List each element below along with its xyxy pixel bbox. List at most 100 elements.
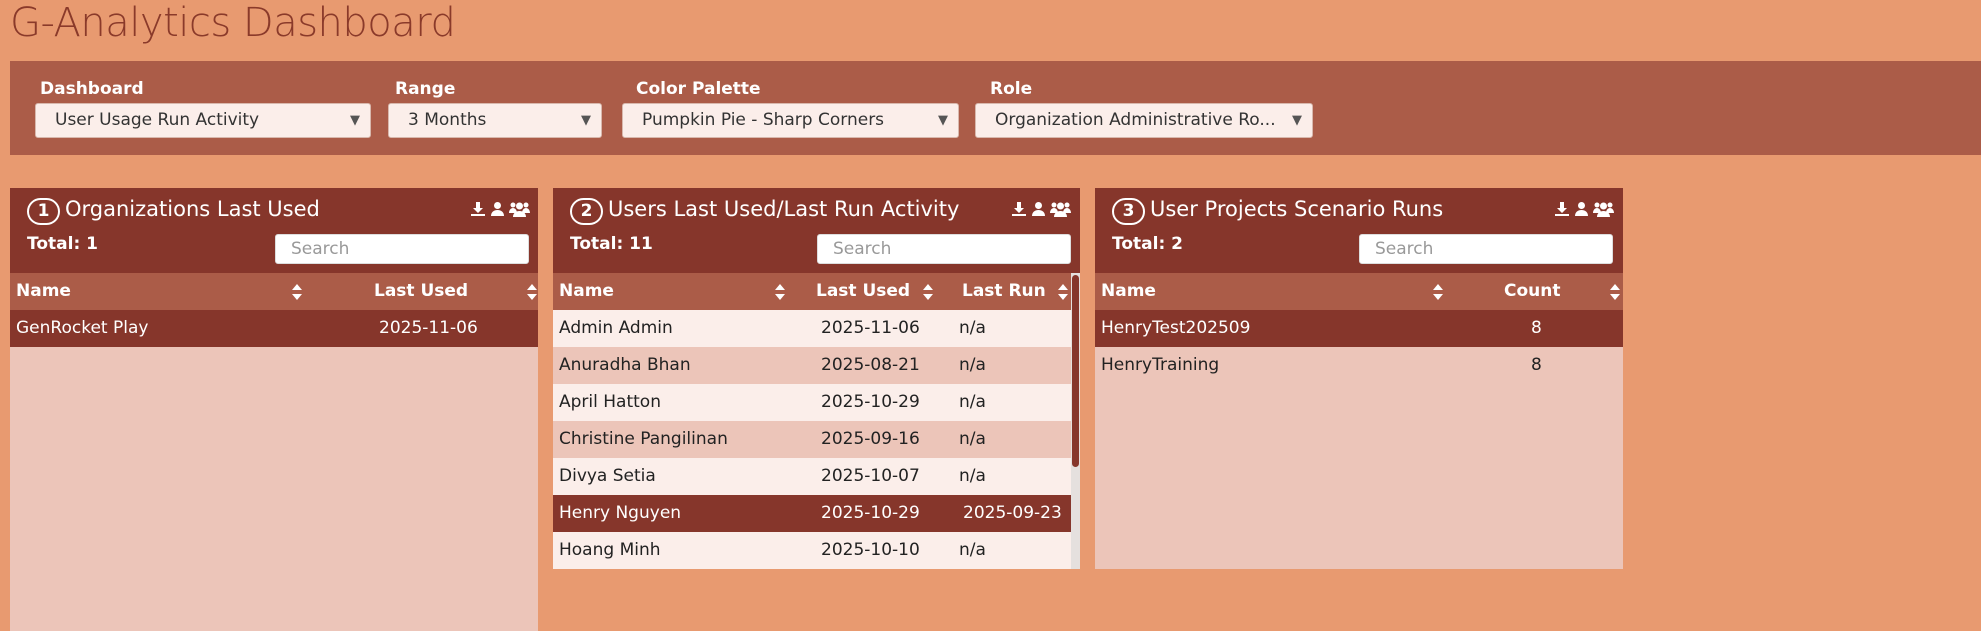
organizations-panel-header: 1 Organizations Last Used Total: 1 Searc…	[10, 188, 538, 273]
search-input[interactable]: Search	[817, 234, 1071, 264]
sort-icon[interactable]	[291, 282, 303, 302]
panel-number: 2	[570, 198, 603, 225]
table-row[interactable]: HenryTraining 8	[1095, 347, 1623, 384]
table-row[interactable]: GenRocket Play 2025-11-06	[10, 310, 538, 347]
role-select-value: Organization Administrative Ro...	[995, 110, 1276, 130]
column-name[interactable]: Name	[1101, 273, 1156, 310]
dashboard-select-value: User Usage Run Activity	[55, 110, 260, 130]
panel-total: Total: 11	[570, 234, 653, 254]
cell-name: April Hatton	[559, 392, 661, 412]
filter-dashboard-label: Dashboard	[40, 79, 144, 99]
caret-down-icon: ▼	[350, 113, 360, 128]
cell-last-run: 2025-09-23	[963, 503, 1062, 523]
cell-last-used: 2025-08-21	[821, 355, 920, 375]
filter-role: Role	[960, 78, 1032, 100]
table-row[interactable]: Admin Admin 2025-11-06 n/a	[553, 310, 1071, 347]
user-icon[interactable]	[1031, 201, 1046, 217]
organizations-panel: 1 Organizations Last Used Total: 1 Searc…	[10, 188, 538, 631]
cell-name: Henry Nguyen	[559, 503, 682, 523]
search-input[interactable]: Search	[1359, 234, 1613, 264]
column-last-used[interactable]: Last Used	[374, 273, 468, 310]
cell-last-run: n/a	[959, 392, 986, 412]
caret-down-icon: ▼	[938, 113, 948, 128]
cell-name: GenRocket Play	[16, 318, 149, 338]
table-row[interactable]: HenryTest202509 8	[1095, 310, 1623, 347]
filter-role-label: Role	[990, 79, 1033, 99]
caret-down-icon: ▼	[581, 113, 591, 128]
table-header: Name Last Used	[10, 273, 538, 310]
cell-last-used: 2025-10-29	[821, 503, 920, 523]
users-table-body: Admin Admin 2025-11-06 n/a Anuradha Bhan…	[553, 273, 1080, 569]
cell-name: Admin Admin	[559, 318, 673, 338]
page-title: G-Analytics Dashboard	[10, 0, 456, 46]
cell-last-used: 2025-10-29	[821, 392, 920, 412]
download-icon[interactable]	[1011, 201, 1027, 217]
cell-last-used: 2025-09-16	[821, 429, 920, 449]
cell-name: Divya Setia	[559, 466, 656, 486]
scrollbar[interactable]	[1071, 273, 1080, 569]
cell-name: HenryTest202509	[1101, 318, 1251, 338]
cell-count: 8	[1531, 318, 1542, 338]
panel-number: 3	[1112, 198, 1145, 225]
role-select[interactable]: Organization Administrative Ro... ▼	[975, 103, 1313, 138]
cell-last-run: n/a	[959, 540, 986, 560]
filter-palette: Color Palette	[606, 78, 761, 100]
palette-select-value: Pumpkin Pie - Sharp Corners	[642, 110, 885, 130]
panel-icons	[1011, 201, 1071, 217]
panel-total: Total: 2	[1112, 234, 1183, 254]
table-row[interactable]: Divya Setia 2025-10-07 n/a	[553, 458, 1071, 495]
table-row[interactable]: April Hatton 2025-10-29 n/a	[553, 384, 1071, 421]
table-row[interactable]: Anuradha Bhan 2025-08-21 n/a	[553, 347, 1071, 384]
cell-name: Anuradha Bhan	[559, 355, 691, 375]
cell-name: Christine Pangilinan	[559, 429, 728, 449]
download-icon[interactable]	[1554, 201, 1570, 217]
panel-number: 1	[27, 198, 60, 225]
cell-last-run: n/a	[959, 429, 986, 449]
range-select[interactable]: 3 Months ▼	[388, 103, 602, 138]
panel-title: Organizations Last Used	[65, 197, 320, 221]
dashboard-select[interactable]: User Usage Run Activity ▼	[35, 103, 371, 138]
users-group-icon[interactable]	[1050, 201, 1071, 217]
panel-title: Users Last Used/Last Run Activity	[608, 197, 960, 221]
cell-last-used: 2025-11-06	[379, 318, 478, 338]
filter-range: Range	[365, 78, 455, 100]
users-group-icon[interactable]	[509, 201, 530, 217]
cell-last-used: 2025-11-06	[821, 318, 920, 338]
table-row[interactable]: Christine Pangilinan 2025-09-16 n/a	[553, 421, 1071, 458]
table-row[interactable]: Hoang Minh 2025-10-10 n/a	[553, 532, 1071, 569]
cell-last-used: 2025-10-10	[821, 540, 920, 560]
sort-icon[interactable]	[526, 282, 538, 302]
table-row[interactable]: Henry Nguyen 2025-10-29 2025-09-23	[553, 495, 1071, 532]
filter-palette-label: Color Palette	[636, 79, 761, 99]
projects-panel: 3 User Projects Scenario Runs Total: 2 S…	[1095, 188, 1623, 569]
range-select-value: 3 Months	[408, 110, 487, 130]
sort-icon[interactable]	[1609, 282, 1621, 302]
panel-title: User Projects Scenario Runs	[1150, 197, 1444, 221]
caret-down-icon: ▼	[1292, 113, 1302, 128]
table-header: Name Count	[1095, 273, 1623, 310]
panel-icons	[1554, 201, 1614, 217]
column-count[interactable]: Count	[1504, 273, 1561, 310]
user-icon[interactable]	[490, 201, 505, 217]
cell-name: HenryTraining	[1101, 355, 1220, 375]
cell-last-used: 2025-10-07	[821, 466, 920, 486]
scrollbar-thumb[interactable]	[1072, 275, 1079, 467]
projects-panel-header: 3 User Projects Scenario Runs Total: 2 S…	[1095, 188, 1623, 273]
cell-name: Hoang Minh	[559, 540, 661, 560]
filter-range-label: Range	[395, 79, 456, 99]
cell-count: 8	[1531, 355, 1542, 375]
users-group-icon[interactable]	[1593, 201, 1614, 217]
download-icon[interactable]	[470, 201, 486, 217]
user-icon[interactable]	[1574, 201, 1589, 217]
users-panel-header: 2 Users Last Used/Last Run Activity Tota…	[553, 188, 1080, 273]
cell-last-run: n/a	[959, 355, 986, 375]
users-panel: 2 Users Last Used/Last Run Activity Tota…	[553, 188, 1080, 569]
cell-last-run: n/a	[959, 466, 986, 486]
panel-icons	[470, 201, 530, 217]
filter-dashboard: Dashboard	[10, 78, 144, 100]
column-name[interactable]: Name	[16, 273, 71, 310]
palette-select[interactable]: Pumpkin Pie - Sharp Corners ▼	[622, 103, 959, 138]
search-input[interactable]: Search	[275, 234, 529, 264]
panel-total: Total: 1	[27, 234, 98, 254]
sort-icon[interactable]	[1432, 282, 1444, 302]
